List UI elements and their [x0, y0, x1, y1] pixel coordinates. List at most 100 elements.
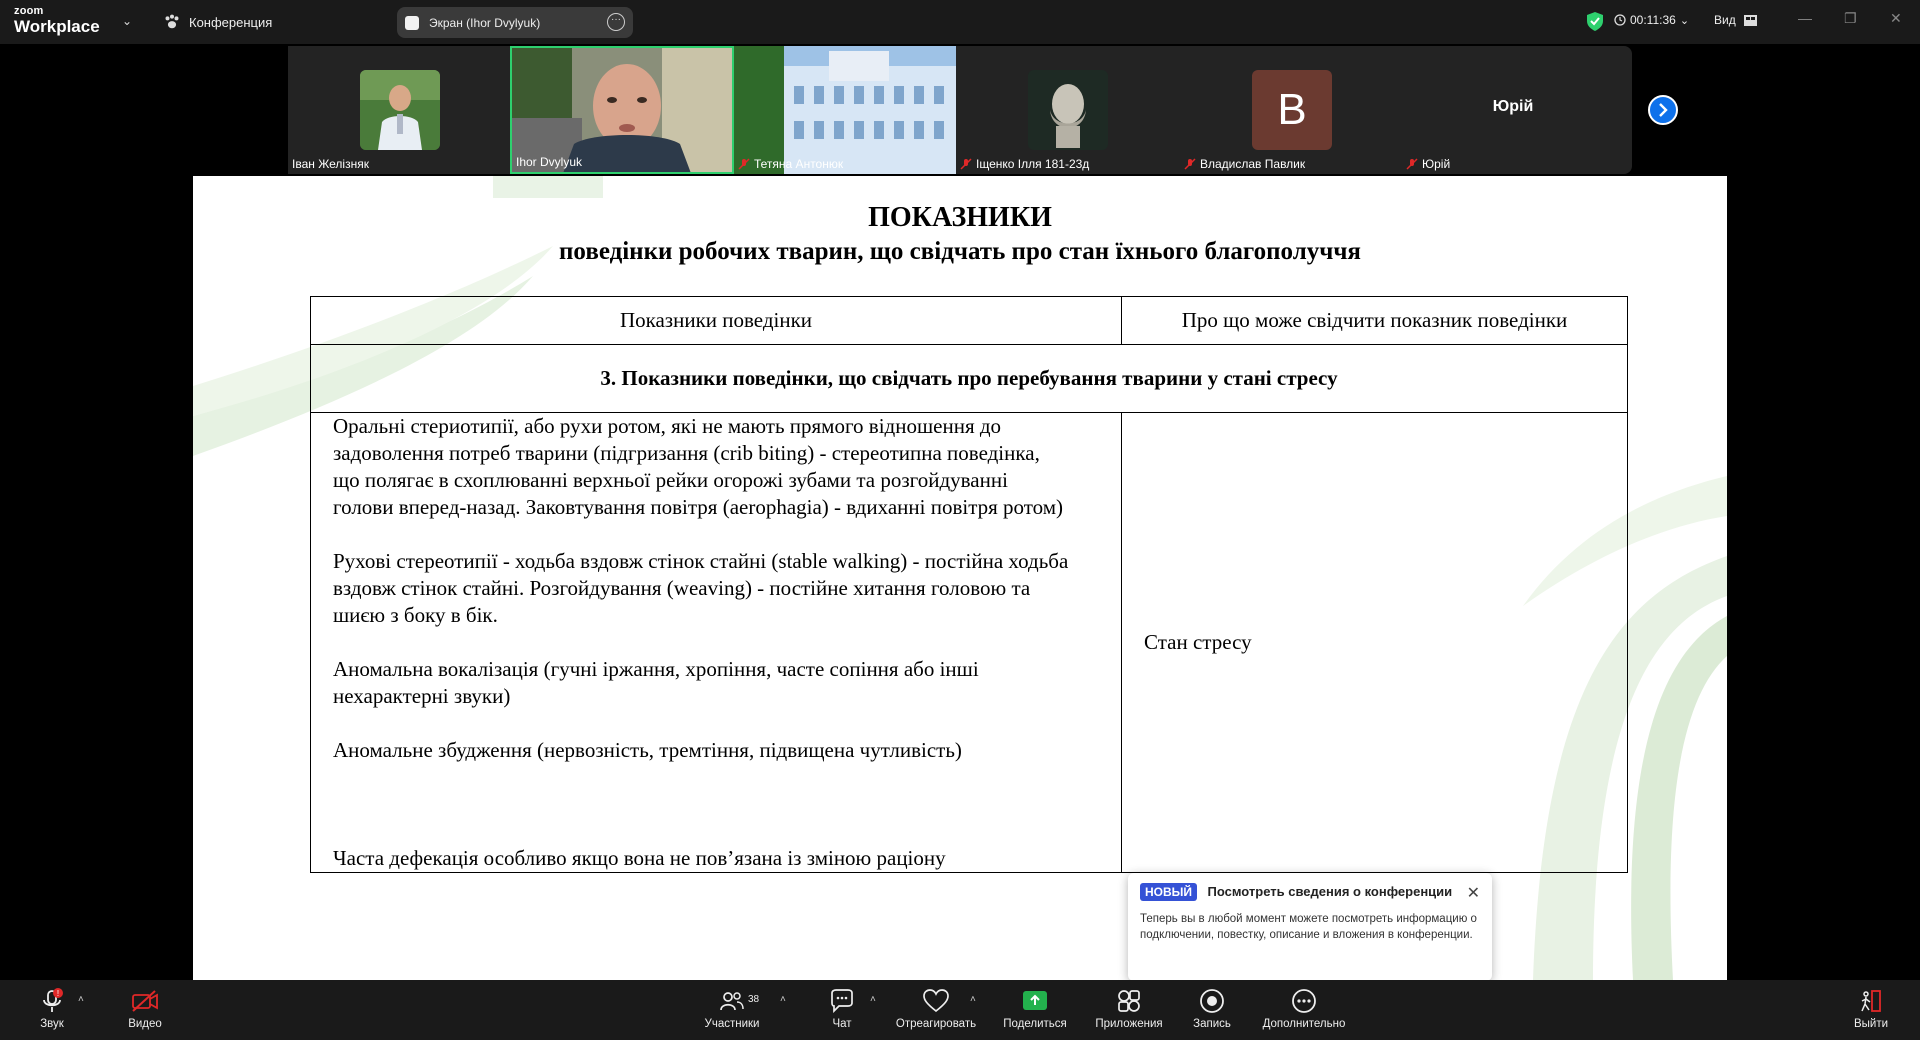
- participant-display-name: Юрій: [1492, 98, 1534, 115]
- close-window-icon[interactable]: ✕: [1890, 10, 1902, 27]
- avatar-initial: В: [1277, 85, 1307, 134]
- participant-name: Ihor Dvylyuk: [516, 155, 583, 169]
- table-row: Оральні стериотипії, або рухи ротом, які…: [310, 412, 1628, 873]
- participant-tile[interactable]: Тетяна Антонюк: [734, 46, 956, 174]
- section-heading: 3. Показники поведінки, що свідчать про …: [310, 344, 1628, 413]
- new-feature-tooltip: НОВЫЙ Посмотреть сведения о конференции …: [1128, 873, 1492, 989]
- view-label: Вид: [1714, 13, 1736, 27]
- timer-value: 00:11:36: [1630, 13, 1676, 27]
- text-line: задоволення потреб тварини (підгризання …: [333, 441, 1040, 465]
- chevron-right-icon: [1659, 103, 1668, 117]
- video-off-icon: [132, 990, 158, 1012]
- participant-name: Владислав Павлик: [1184, 157, 1305, 171]
- column-header: Про що може свідчити показник поведінки: [1121, 296, 1628, 345]
- more-options-icon[interactable]: ···: [607, 13, 625, 31]
- avatar: В: [1252, 70, 1332, 150]
- conference-info-button[interactable]: Конференция: [163, 10, 272, 34]
- text-line: Аномальна вокалізація (гучні іржання, хр…: [333, 657, 979, 681]
- security-shield-icon[interactable]: [1587, 12, 1603, 31]
- audio-button[interactable]: ! Звук: [7, 986, 97, 1030]
- bottom-toolbar: ! Звук ˄ Видео Участники 38 ˄ Чат ˄ Отре…: [0, 980, 1920, 1040]
- screen-icon: [405, 15, 419, 30]
- text-line: вздовж стінок стайні. Розгойдування (wea…: [333, 576, 1031, 600]
- share-screen-icon: [1023, 991, 1047, 1010]
- leave-button[interactable]: Выйти: [1826, 986, 1916, 1030]
- table-header-row: Показники поведінки Про що може свідчити…: [310, 296, 1628, 345]
- more-icon: [1292, 989, 1316, 1013]
- svg-text:!: !: [57, 989, 59, 998]
- apps-button[interactable]: Приложения: [1084, 986, 1174, 1030]
- chevron-down-icon[interactable]: ⌄: [122, 14, 132, 28]
- participant-name: Тетяна Антонюк: [738, 157, 843, 171]
- paw-icon: [165, 14, 179, 29]
- more-label: Дополнительно: [1262, 1018, 1346, 1030]
- share-screen-button[interactable]: Поделиться: [990, 986, 1080, 1030]
- minimize-icon[interactable]: —: [1798, 10, 1812, 26]
- mic-muted-icon: [738, 158, 750, 170]
- close-icon[interactable]: ✕: [1467, 883, 1480, 903]
- view-button[interactable]: Вид: [1714, 13, 1757, 27]
- chevron-up-icon[interactable]: ˄: [780, 994, 786, 1005]
- video-label: Видео: [128, 1018, 162, 1030]
- participants-strip: Іван Желізняк Ihor Dvylyuk Тетяна Антоню…: [288, 46, 1632, 174]
- grid-view-icon: [1743, 14, 1757, 26]
- text-line: Часта дефекація особливо якщо вона не по…: [333, 846, 946, 870]
- apps-label: Приложения: [1095, 1018, 1163, 1030]
- participant-tile[interactable]: Юрій Юрій: [1402, 46, 1624, 174]
- audio-label: Звук: [40, 1018, 64, 1030]
- shared-screen-slide: ПОКАЗНИКИ поведінки робочих тварин, що с…: [193, 176, 1727, 980]
- chevron-up-icon[interactable]: ˄: [970, 994, 976, 1005]
- participants-label: Участники: [704, 1018, 760, 1030]
- next-participants-button[interactable]: [1648, 95, 1678, 125]
- avatar: [360, 70, 440, 150]
- people-icon: [720, 992, 744, 1011]
- meaning-cell: Стан стресу: [1121, 412, 1628, 873]
- chevron-up-icon[interactable]: ˄: [78, 994, 84, 1005]
- mic-muted-icon: [1184, 158, 1196, 170]
- video-button[interactable]: Видео: [100, 986, 190, 1030]
- slide-title: ПОКАЗНИКИ: [868, 202, 1052, 233]
- chevron-up-icon[interactable]: ˄: [870, 994, 876, 1005]
- react-button[interactable]: Отреагировать: [892, 986, 980, 1030]
- text-line: Оральні стериотипії, або рухи ротом, які…: [333, 414, 1002, 438]
- heart-icon: [923, 989, 949, 1013]
- chevron-down-icon: ⌄: [1679, 14, 1690, 27]
- avatar: [1028, 70, 1108, 150]
- mic-muted-icon: [960, 158, 972, 170]
- behavior-indicators-cell: Оральні стериотипії, або рухи ротом, які…: [310, 412, 1122, 873]
- leave-icon: [1861, 990, 1881, 1012]
- column-header: Показники поведінки: [310, 296, 1122, 345]
- chat-label: Чат: [832, 1018, 852, 1030]
- conference-label: Конференция: [189, 14, 273, 30]
- text-line: що полягає в схоплюванні верхньої рейки …: [333, 468, 1008, 492]
- participants-count: 38: [748, 994, 760, 1005]
- participant-name: Іван Желізняк: [292, 157, 369, 171]
- microphone-icon: !: [43, 988, 63, 1012]
- screen-share-pill[interactable]: Экран (Ihor Dvylyuk) ···: [397, 7, 633, 38]
- more-button[interactable]: Дополнительно: [1259, 986, 1349, 1030]
- section-row: 3. Показники поведінки, що свідчать про …: [310, 344, 1628, 413]
- participant-tile[interactable]: Іщенко Ілля 181-23д: [956, 46, 1180, 174]
- participant-name: Іщенко Ілля 181-23д: [960, 157, 1089, 171]
- record-button[interactable]: Запись: [1167, 986, 1257, 1030]
- chat-button[interactable]: Чат: [797, 986, 887, 1030]
- maximize-icon[interactable]: ❐: [1844, 10, 1857, 27]
- share-label: Экран (Ihor Dvylyuk): [429, 15, 541, 30]
- text-line: голови вперед-назад. Заковтування повітр…: [333, 495, 1064, 519]
- participants-button[interactable]: Участники: [687, 986, 777, 1030]
- participant-tile-active-speaker[interactable]: Ihor Dvylyuk: [510, 46, 734, 174]
- share-label: Поделиться: [1003, 1018, 1067, 1030]
- text-line: Аномальне збудження (нервозність, тремті…: [333, 738, 962, 762]
- text-line: Рухові стереотипії - ходьба вздовж стіно…: [333, 549, 1069, 573]
- meeting-timer[interactable]: 00:11:36 ⌄: [1614, 13, 1689, 27]
- tooltip-body: Теперь вы в любой момент можете посмотре…: [1140, 913, 1477, 941]
- chat-icon: [831, 989, 853, 1013]
- tooltip-title: Посмотреть сведения о конференции: [1207, 884, 1453, 899]
- participant-tile[interactable]: Іван Желізняк: [288, 46, 510, 174]
- top-bar: zoom Workplace ⌄ Конференция Экран (Ihor…: [0, 0, 1920, 44]
- indicators-table: Показники поведінки Про що може свідчити…: [310, 296, 1628, 873]
- text-line: шиєю з боку в бік.: [333, 603, 498, 627]
- participant-tile[interactable]: В Владислав Павлик: [1180, 46, 1402, 174]
- text-line: нехарактерні звуки): [333, 684, 511, 708]
- slide-subtitle: поведінки робочих тварин, що свідчать пр…: [559, 238, 1361, 265]
